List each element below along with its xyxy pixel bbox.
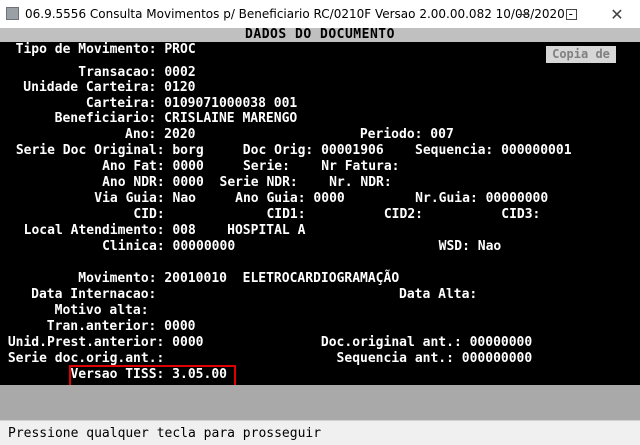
field-beneficiario: Beneficiario: CRISLAINE MARENGO — [0, 111, 298, 126]
field-transacao: Transacao: 0002 — [0, 65, 196, 80]
maximize-button[interactable] — [548, 0, 594, 28]
field-ano-fat: Ano Fat: 0000 Serie: Nr Fatura: — [16, 159, 400, 174]
copy-button[interactable]: Copia de — [546, 46, 616, 63]
field-carteira: Carteira: 0109071000038 001 — [0, 96, 298, 111]
field-serie-doc-orig: Serie Doc Original: borg Doc Orig: 00001… — [8, 143, 572, 158]
field-unid-prest-anterior: Unid.Prest.anterior: 0000 Doc.original a… — [0, 335, 533, 350]
close-button[interactable]: ✕ — [594, 0, 640, 28]
versao-tiss-highlight — [69, 365, 236, 387]
function-key-bar — [0, 385, 640, 420]
field-tipo-movimento: Tipo de Movimento: PROC — [0, 42, 196, 57]
field-local-atendimento: Local Atendimento: 008 HOSPITAL A — [8, 223, 306, 238]
field-data-internacao: Data Internacao: Data Alta: — [0, 287, 478, 302]
terminal-screen[interactable]: DADOS DO DOCUMENTO Copia de Tipo de Movi… — [0, 28, 640, 420]
field-ano-ndr: Ano NDR: 0000 Serie NDR: Nr. NDR: — [16, 175, 392, 190]
window-title: 06.9.5556 Consulta Movimentos p/ Benefic… — [25, 7, 573, 21]
section-header: DADOS DO DOCUMENTO — [0, 28, 640, 42]
app-icon — [6, 7, 19, 20]
field-unidade-carteira: Unidade Carteira: 0120 — [0, 80, 196, 95]
minimize-button[interactable] — [500, 0, 546, 28]
status-bar: Pressione qualquer tecla para prosseguir — [0, 420, 640, 445]
field-tran-anterior: Tran.anterior: 0000 — [0, 319, 196, 334]
maximize-icon — [565, 8, 577, 20]
close-icon: ✕ — [610, 4, 624, 24]
field-motivo-alta: Motivo alta: — [0, 303, 149, 318]
window-titlebar: 06.9.5556 Consulta Movimentos p/ Benefic… — [0, 0, 640, 28]
field-clinica-wsd: Clinica: 00000000 WSD: Nao — [16, 239, 502, 254]
field-movimento: Movimento: 20010010 ELETROCARDIOGRAMAÇÃO — [0, 271, 400, 286]
field-ano-periodo: Ano: 2020 Periodo: 007 — [0, 127, 454, 142]
field-cid: CID: CID1: CID2: CID3: — [16, 207, 541, 222]
status-message: Pressione qualquer tecla para prosseguir — [8, 426, 322, 441]
field-serie-doc-orig-ant: Serie doc.orig.ant.: Sequencia ant.: 000… — [0, 351, 533, 366]
field-via-guia: Via Guia: Nao Ano Guia: 0000 Nr.Guia: 00… — [16, 191, 549, 206]
minimize-icon — [518, 13, 528, 15]
